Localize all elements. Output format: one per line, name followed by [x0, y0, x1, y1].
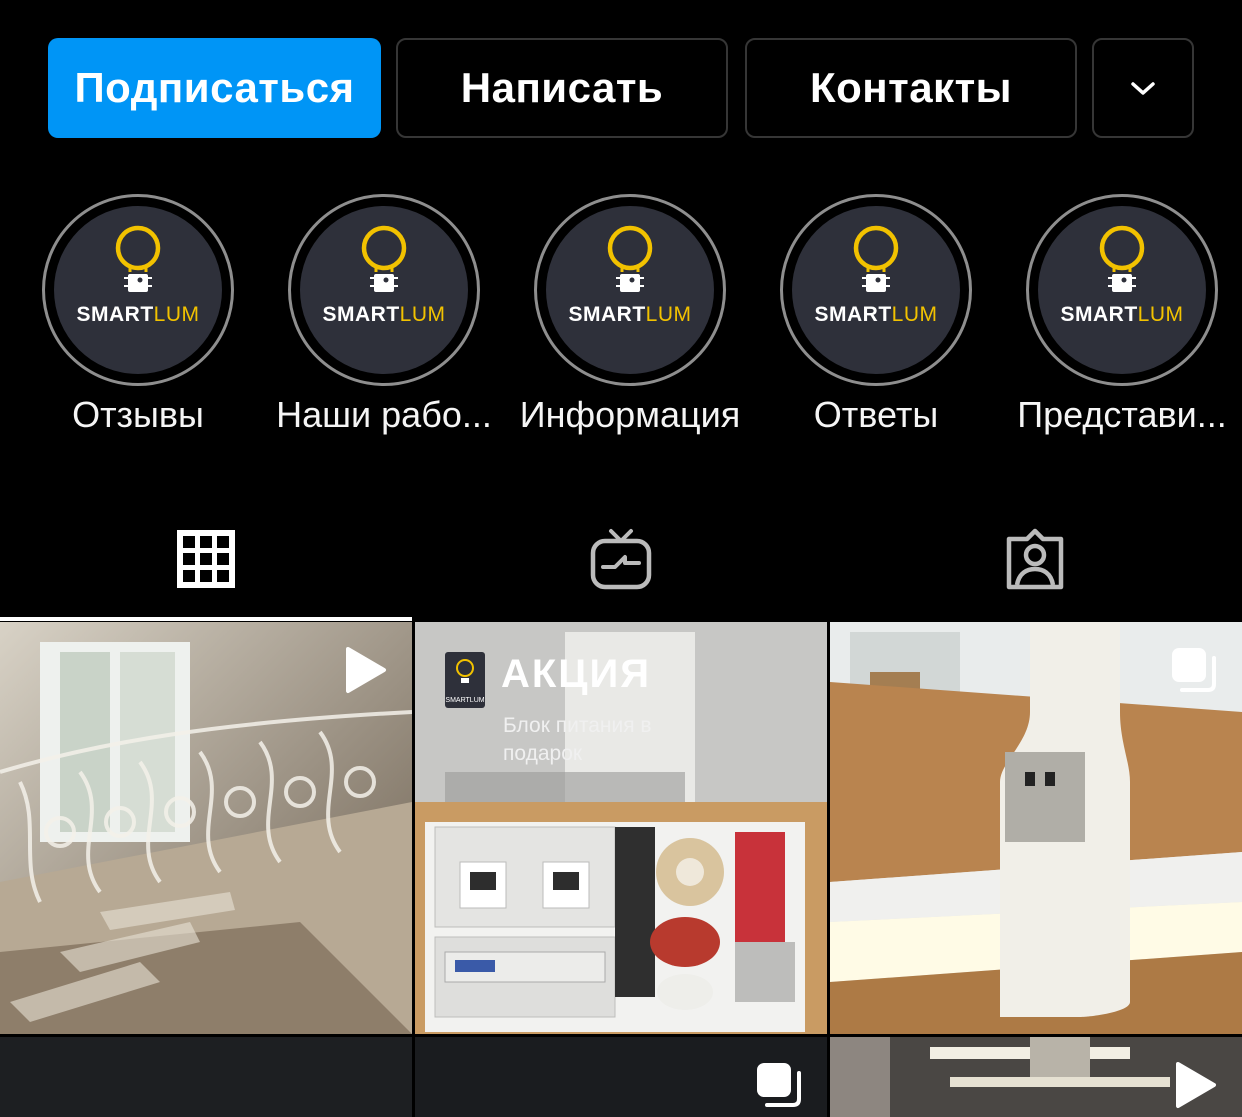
smartlum-logo-icon: SMARTLUM [76, 225, 199, 326]
carousel-icon [1172, 648, 1216, 692]
highlight-ring: SMARTLUM [42, 194, 234, 386]
highlight-cover: SMARTLUM [54, 206, 222, 374]
message-button[interactable]: Написать [396, 38, 728, 138]
grid-icon [177, 530, 235, 588]
promo-title: АКЦИЯ [501, 652, 652, 696]
carousel-badge [1168, 644, 1220, 696]
video-badge [1168, 1059, 1220, 1111]
igtv-icon [590, 529, 652, 590]
smartlum-logo-icon: SMARTLUM [568, 225, 691, 326]
highlight-label: Информация [519, 394, 741, 435]
profile-tabs [0, 500, 1242, 622]
highlight-ring: SMARTLUM [288, 194, 480, 386]
highlight-label: Ответы [813, 394, 939, 435]
smartlum-logo-icon: SMARTLUM [814, 225, 937, 326]
post-tile[interactable] [830, 622, 1242, 1034]
tab-posts-grid[interactable] [0, 500, 412, 618]
carousel-badge [753, 1059, 805, 1111]
smartlum-logo-icon: SMARTLUM [322, 225, 445, 326]
highlight-ring: SMARTLUM [1026, 194, 1218, 386]
svg-text:SMARTLUM: SMARTLUM [1060, 303, 1183, 326]
highlight-label: Представи... [1017, 394, 1227, 435]
video-badge [338, 644, 390, 696]
highlight-cover: SMARTLUM [546, 206, 714, 374]
chevron-down-icon [1131, 82, 1155, 95]
carousel-icon [757, 1063, 801, 1107]
post-tile[interactable] [830, 1037, 1242, 1117]
follow-button[interactable]: Подписаться [48, 38, 381, 138]
story-highlight[interactable]: SMARTLUM Отзывы [18, 194, 258, 444]
story-highlight[interactable]: SMARTLUM Наши рабо... [264, 194, 504, 444]
svg-text:SMARTLUM: SMARTLUM [568, 303, 691, 326]
tab-tagged[interactable] [829, 500, 1241, 618]
svg-text:SMARTLUM: SMARTLUM [322, 303, 445, 326]
promo-subtitle: Блок питания в подарок [503, 714, 652, 765]
highlight-cover: SMARTLUM [1038, 206, 1206, 374]
highlight-cover: SMARTLUM [792, 206, 960, 374]
contacts-button[interactable]: Контакты [745, 38, 1077, 138]
highlight-label: Наши рабо... [276, 394, 492, 435]
post-tile[interactable] [0, 1037, 412, 1117]
highlight-cover: SMARTLUM [300, 206, 468, 374]
post-tile[interactable] [0, 622, 412, 1034]
story-highlight[interactable]: SMARTLUM Ответы [756, 194, 996, 444]
story-highlights: SMARTLUM Отзывы SMARTLUM Наши рабо... SMARTL… [0, 194, 1242, 444]
play-icon [346, 647, 386, 693]
posts-grid: SMARTLUM АКЦИЯ Блок питания в подарок [0, 622, 1242, 1117]
post-tile[interactable] [415, 1037, 827, 1117]
post-tile[interactable]: SMARTLUM АКЦИЯ Блок питания в подарок [415, 622, 827, 1034]
svg-text:SMARTLUM: SMARTLUM [814, 303, 937, 326]
play-icon [1176, 1062, 1216, 1108]
tab-igtv[interactable] [415, 500, 827, 618]
tagged-icon [1006, 528, 1064, 590]
highlight-ring: SMARTLUM [780, 194, 972, 386]
story-highlight[interactable]: SMARTLUM Информация [510, 194, 750, 444]
promo-logo: SMARTLUM [445, 652, 485, 708]
active-tab-indicator [0, 617, 412, 621]
promo-logo-text: SMARTLUM [445, 697, 485, 704]
smartlum-logo-icon: SMARTLUM [1060, 225, 1183, 326]
bulb-logo-icon [456, 659, 474, 683]
svg-text:SMARTLUM: SMARTLUM [76, 303, 199, 326]
more-button[interactable] [1092, 38, 1194, 138]
story-highlight[interactable]: SMARTLUM Представи... [1002, 194, 1242, 444]
highlight-ring: SMARTLUM [534, 194, 726, 386]
highlight-label: Отзывы [72, 394, 204, 435]
